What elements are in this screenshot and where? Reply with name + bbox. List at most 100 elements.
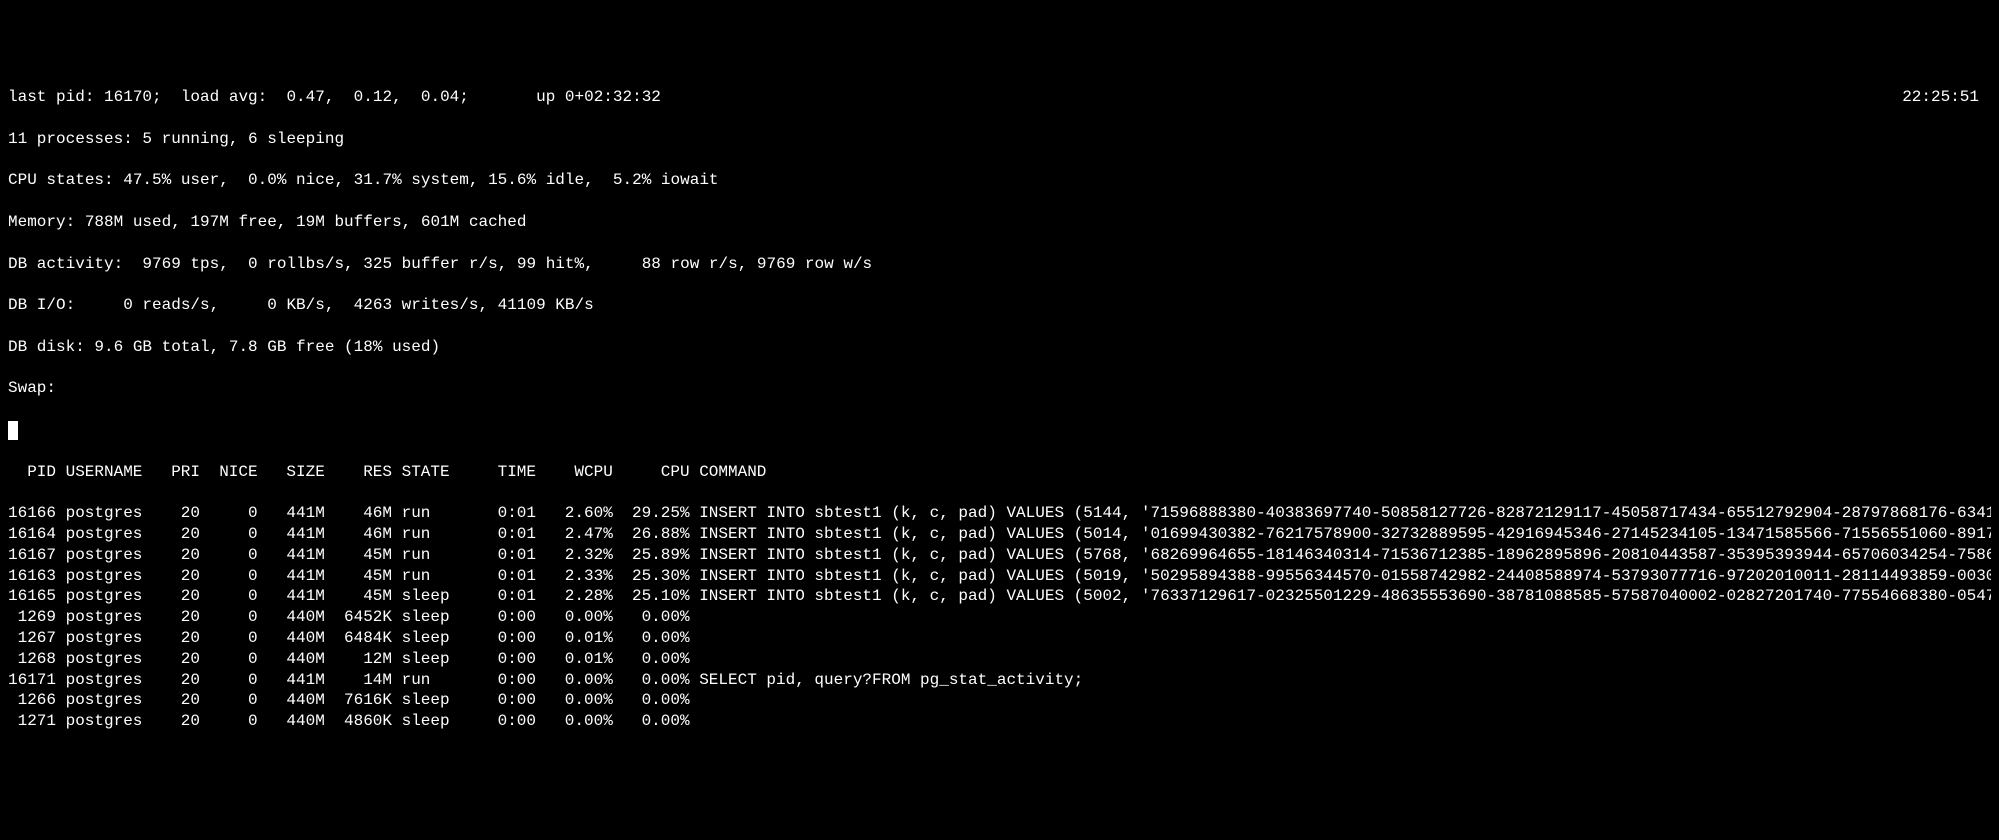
cell-res: 12M <box>334 649 392 670</box>
cell-nice: 0 <box>210 670 258 691</box>
col-state: STATE <box>402 462 460 483</box>
cell-wcpu: 2.33% <box>546 566 613 587</box>
cell-cpu: 0.00% <box>622 649 689 670</box>
cell-cmd: INSERT INTO sbtest1 (k, c, pad) VALUES (… <box>699 586 1991 607</box>
cell-cpu: 25.10% <box>622 586 689 607</box>
cell-user: postgres <box>66 524 152 545</box>
table-row: 1271 postgres 20 0 440M 4860K sleep 0:00… <box>8 711 1991 732</box>
cell-cpu: 0.00% <box>622 690 689 711</box>
process-table-body: 16166 postgres 20 0 441M 46M run 0:01 2.… <box>8 503 1991 732</box>
cell-user: postgres <box>66 690 152 711</box>
cell-nice: 0 <box>210 690 258 711</box>
cell-wcpu: 0.00% <box>546 607 613 628</box>
cell-user: postgres <box>66 670 152 691</box>
cell-nice: 0 <box>210 524 258 545</box>
col-nice: NICE <box>210 462 258 483</box>
cell-nice: 0 <box>210 649 258 670</box>
cell-state: sleep <box>402 649 460 670</box>
cell-time: 0:00 <box>469 628 536 649</box>
cell-user: postgres <box>66 503 152 524</box>
col-wcpu: WCPU <box>546 462 613 483</box>
cell-cpu: 0.00% <box>622 711 689 732</box>
cell-pri: 20 <box>162 524 200 545</box>
cell-pri: 20 <box>162 690 200 711</box>
cell-cmd: SELECT pid, query?FROM pg_stat_activity; <box>699 670 1991 691</box>
cell-cpu: 25.89% <box>622 545 689 566</box>
table-row: 16163 postgres 20 0 441M 45M run 0:01 2.… <box>8 566 1991 587</box>
cell-cmd: INSERT INTO sbtest1 (k, c, pad) VALUES (… <box>699 503 1991 524</box>
cell-res: 4860K <box>334 711 392 732</box>
table-row: 16167 postgres 20 0 441M 45M run 0:01 2.… <box>8 545 1991 566</box>
cell-time: 0:00 <box>469 670 536 691</box>
cell-wcpu: 2.28% <box>546 586 613 607</box>
cell-state: sleep <box>402 628 460 649</box>
cell-state: run <box>402 524 460 545</box>
col-res: RES <box>334 462 392 483</box>
cell-wcpu: 2.47% <box>546 524 613 545</box>
cell-res: 45M <box>334 566 392 587</box>
cell-pid: 16171 <box>8 670 56 691</box>
cell-cpu: 25.30% <box>622 566 689 587</box>
cell-time: 0:01 <box>469 566 536 587</box>
cell-state: run <box>402 545 460 566</box>
cell-size: 441M <box>267 545 325 566</box>
cell-size: 441M <box>267 586 325 607</box>
cell-user: postgres <box>66 607 152 628</box>
cell-time: 0:01 <box>469 586 536 607</box>
cursor-icon <box>8 421 18 440</box>
cell-pri: 20 <box>162 607 200 628</box>
cell-cmd: INSERT INTO sbtest1 (k, c, pad) VALUES (… <box>699 524 1991 545</box>
cell-res: 6484K <box>334 628 392 649</box>
cell-wcpu: 0.00% <box>546 670 613 691</box>
cell-time: 0:01 <box>469 524 536 545</box>
cell-time: 0:00 <box>469 690 536 711</box>
cell-time: 0:00 <box>469 711 536 732</box>
cell-nice: 0 <box>210 586 258 607</box>
cell-size: 441M <box>267 503 325 524</box>
cell-size: 441M <box>267 524 325 545</box>
table-header: PID USERNAME PRI NICE SIZE RES STATE TIM… <box>8 462 1991 483</box>
cell-state: run <box>402 670 460 691</box>
cell-size: 440M <box>267 690 325 711</box>
cell-size: 440M <box>267 628 325 649</box>
cell-pri: 20 <box>162 711 200 732</box>
cell-pid: 1268 <box>8 649 56 670</box>
cell-state: run <box>402 503 460 524</box>
col-username: USERNAME <box>66 462 152 483</box>
cell-nice: 0 <box>210 566 258 587</box>
cell-cmd <box>699 607 1991 628</box>
cell-pri: 20 <box>162 566 200 587</box>
cell-res: 45M <box>334 545 392 566</box>
table-row: 1268 postgres 20 0 440M 12M sleep 0:00 0… <box>8 649 1991 670</box>
cell-pid: 1269 <box>8 607 56 628</box>
cell-size: 440M <box>267 711 325 732</box>
cell-user: postgres <box>66 628 152 649</box>
cell-pid: 1271 <box>8 711 56 732</box>
table-row: 1269 postgres 20 0 440M 6452K sleep 0:00… <box>8 607 1991 628</box>
cell-user: postgres <box>66 545 152 566</box>
cursor-line <box>8 420 1991 441</box>
cell-res: 46M <box>334 524 392 545</box>
col-cpu: CPU <box>622 462 689 483</box>
cell-cmd <box>699 711 1991 732</box>
db-activity: DB activity: 9769 tps, 0 rollbs/s, 325 b… <box>8 254 1991 275</box>
cell-nice: 0 <box>210 607 258 628</box>
cell-nice: 0 <box>210 545 258 566</box>
cell-state: sleep <box>402 711 460 732</box>
cell-res: 14M <box>334 670 392 691</box>
cell-pri: 20 <box>162 503 200 524</box>
cell-res: 46M <box>334 503 392 524</box>
cell-state: run <box>402 566 460 587</box>
cell-time: 0:01 <box>469 503 536 524</box>
cell-cmd <box>699 690 1991 711</box>
cell-state: sleep <box>402 586 460 607</box>
cell-nice: 0 <box>210 628 258 649</box>
cell-cmd <box>699 649 1991 670</box>
col-size: SIZE <box>267 462 325 483</box>
col-command: COMMAND <box>699 462 1991 483</box>
clock: 22:25:51 <box>1902 87 1991 108</box>
cell-wcpu: 0.01% <box>546 628 613 649</box>
col-pid: PID <box>8 462 56 483</box>
cell-cmd: INSERT INTO sbtest1 (k, c, pad) VALUES (… <box>699 545 1991 566</box>
header-top-line: last pid: 16170; load avg: 0.47, 0.12, 0… <box>8 87 1991 108</box>
